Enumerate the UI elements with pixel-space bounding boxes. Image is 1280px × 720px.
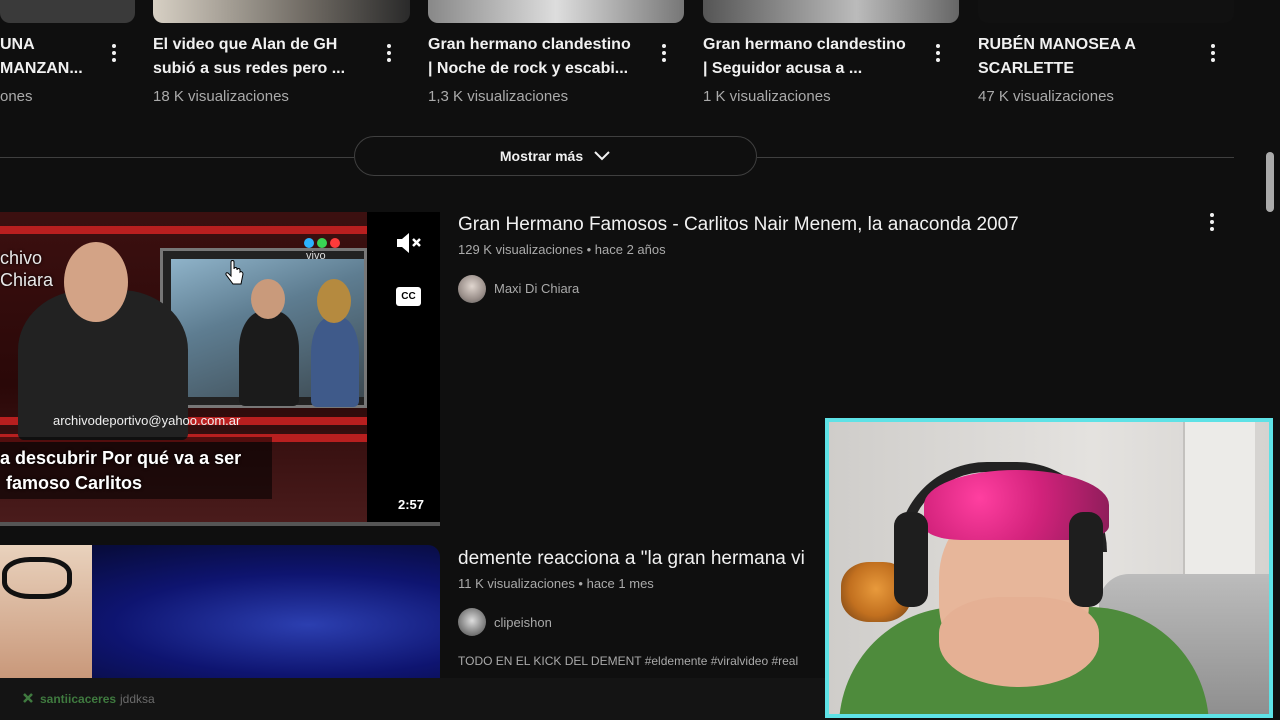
title-line: Gran hermano clandestino [428, 36, 631, 53]
more-options-icon[interactable] [928, 41, 948, 65]
chat-badge-icon [23, 693, 33, 703]
divider [757, 157, 1234, 158]
video-meta: 11 K visualizaciones • hace 1 mes [458, 576, 654, 591]
divider [0, 157, 354, 158]
presenter-head [64, 242, 128, 322]
shelf-video-title[interactable]: Gran hermano clandestino | Seguidor acus… [703, 33, 906, 81]
caption-text: famoso Carlitos [6, 473, 143, 493]
person-figure [239, 311, 299, 406]
avatar[interactable] [458, 275, 486, 303]
shelf-thumbnail[interactable] [153, 0, 410, 23]
channel-logo-dot [330, 238, 340, 248]
shelf-video-title[interactable]: UNA MANZAN... [0, 33, 83, 81]
email-overlay: archivodeportivo@yahoo.com.ar [53, 413, 241, 428]
shelf-thumbnail[interactable] [428, 0, 684, 23]
webcam-overlay [825, 418, 1273, 718]
person-head [251, 279, 285, 319]
progress-bar[interactable] [0, 522, 440, 526]
caption-text: a descubrir Por qué va a ser [0, 448, 242, 468]
more-options-icon[interactable] [379, 41, 399, 65]
shelf-video-views: 1,3 K visualizaciones [428, 88, 569, 105]
video-duration: 2:57 [398, 497, 425, 512]
person-figure [311, 317, 359, 407]
shelf-thumbnail[interactable] [703, 0, 959, 23]
headphone-cup [894, 512, 928, 607]
title-line: subió a sus redes pero ... [153, 60, 346, 77]
chat-message: jddksa [120, 692, 155, 706]
video-title[interactable]: Gran Hermano Famosos - Carlitos Nair Men… [458, 214, 1019, 236]
shelf-video-views: ones [0, 88, 33, 105]
closed-captions-icon[interactable]: CC [396, 287, 421, 306]
channel-logo-dot [304, 238, 314, 248]
person-head [317, 279, 351, 323]
title-line: El video que Alan de GH [153, 36, 338, 53]
shelf-video-views: 1 K visualizaciones [703, 88, 831, 105]
hand-cursor-icon [225, 260, 244, 285]
shelf-thumbnail[interactable] [978, 0, 1234, 23]
title-line: | Seguidor acusa a ... [703, 60, 863, 77]
logo-text: Chiara [0, 270, 54, 290]
shelf-video-title[interactable]: RUBÉN MANOSEA A SCARLETTE [978, 33, 1136, 81]
shelf-video-views: 47 K visualizaciones [978, 88, 1114, 105]
shelf-video-title[interactable]: Gran hermano clandestino | Noche de rock… [428, 33, 631, 81]
more-options-icon[interactable] [1203, 41, 1223, 65]
title-line: RUBÉN MANOSEA A [978, 36, 1136, 53]
title-line: MANZAN... [0, 60, 83, 77]
thumbnail-face [0, 545, 92, 678]
chat-username: santiicaceres [40, 692, 117, 706]
title-line: UNA [0, 36, 35, 53]
chevron-down-icon [594, 151, 610, 161]
glasses-shape [2, 557, 72, 599]
avatar[interactable] [458, 608, 486, 636]
video-description: TODO EN EL KICK DEL DEMENT #eldemente #v… [458, 654, 799, 668]
video-meta: 129 K visualizaciones • hace 2 años [458, 242, 666, 257]
shelf-thumbnail[interactable] [0, 0, 135, 23]
channel-logo-text: vivo [306, 250, 326, 262]
tv-screen [171, 259, 364, 407]
video-thumbnail[interactable] [0, 545, 440, 678]
show-more-label: Mostrar más [499, 148, 584, 164]
preview-controls-bar [367, 212, 440, 526]
show-more-button[interactable]: Mostrar más [354, 136, 757, 176]
progress-fill [0, 522, 440, 526]
more-options-icon[interactable] [104, 41, 124, 65]
scrollbar-thumb[interactable] [1266, 152, 1274, 212]
video-title[interactable]: demente reacciona a "la gran hermana vi [458, 548, 805, 570]
title-line: | Noche de rock y escabi... [428, 60, 629, 77]
channel-name[interactable]: Maxi Di Chiara [494, 281, 579, 296]
headphone-cup [1069, 512, 1103, 607]
title-line: Gran hermano clandestino [703, 36, 906, 53]
shelf-video-title[interactable]: El video que Alan de GH subió a sus rede… [153, 33, 345, 81]
channel-logo-dot [317, 238, 327, 248]
shelf-video-views: 18 K visualizaciones [153, 88, 289, 105]
more-options-icon[interactable] [1202, 210, 1222, 234]
title-line: SCARLETTE [978, 60, 1074, 77]
more-options-icon[interactable] [654, 41, 674, 65]
muted-speaker-icon[interactable] [395, 230, 423, 256]
channel-name[interactable]: clipeishon [494, 615, 552, 630]
streamer-hand [939, 597, 1099, 687]
tv-monitor [160, 248, 367, 408]
set-stripe [0, 226, 367, 234]
